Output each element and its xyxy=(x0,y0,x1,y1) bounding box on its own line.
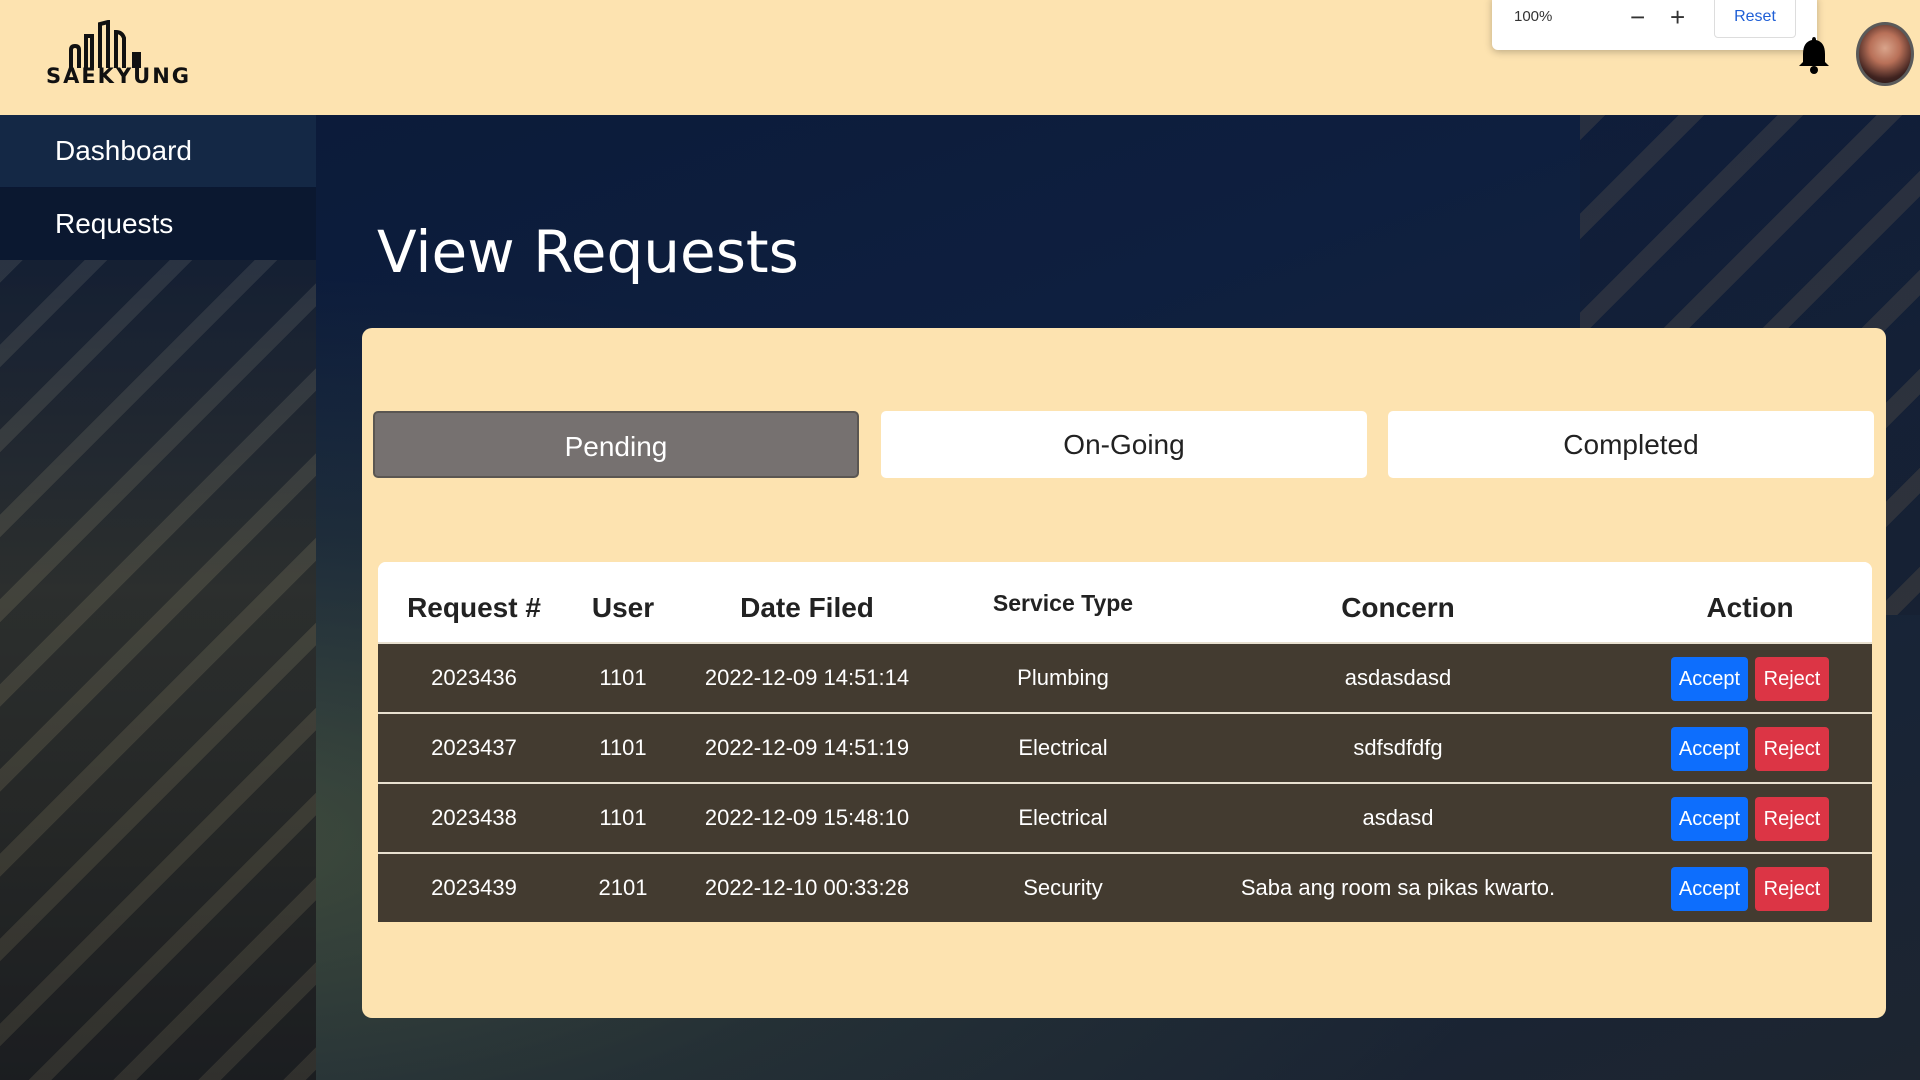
table-header: Request # User Date Filed Service Type C… xyxy=(378,562,1872,642)
zoom-out-button[interactable]: − xyxy=(1630,2,1645,33)
reject-button[interactable]: Reject xyxy=(1755,867,1829,911)
tab-completed[interactable]: Completed xyxy=(1388,411,1874,478)
logo[interactable]: SAEKYUNG xyxy=(26,20,211,90)
requests-panel: Pending On-Going Completed Request # Use… xyxy=(362,328,1886,1018)
logo-buildings-icon xyxy=(69,20,141,68)
cell-concern: Saba ang room sa pikas kwarto. xyxy=(1240,875,1556,900)
accept-button[interactable]: Accept xyxy=(1671,797,1748,841)
accept-button[interactable]: Accept xyxy=(1671,727,1748,771)
logo-text: SAEKYUNG xyxy=(45,64,192,88)
reject-button[interactable]: Reject xyxy=(1755,657,1829,701)
requests-table: Request # User Date Filed Service Type C… xyxy=(378,562,1872,922)
sidebar-item-dashboard[interactable]: Dashboard xyxy=(0,115,316,187)
cell-user: 2101 xyxy=(598,875,648,900)
column-header-concern: Concern xyxy=(1341,592,1455,623)
sidebar-item-requests[interactable]: Requests xyxy=(0,188,316,260)
cell-request: 2023438 xyxy=(431,805,517,830)
cell-request: 2023439 xyxy=(431,875,517,900)
cell-service-type: Electrical xyxy=(1018,805,1108,830)
column-header-date-filed: Date Filed xyxy=(740,592,874,623)
sidebar: Dashboard Requests xyxy=(0,115,316,1080)
bell-icon[interactable] xyxy=(1797,34,1831,74)
column-header-user: User xyxy=(591,592,655,623)
zoom-popup: 100% − + Reset xyxy=(1492,0,1817,50)
cell-service-type: Security xyxy=(1023,875,1103,900)
tab-pending[interactable]: Pending xyxy=(373,411,859,478)
table-row: 2023436 1101 2022-12-09 14:51:14 Plumbin… xyxy=(378,642,1872,712)
cell-date-filed: 2022-12-10 00:33:28 xyxy=(704,875,910,900)
cell-request: 2023436 xyxy=(431,665,517,690)
column-header-action: Action xyxy=(1706,592,1794,623)
zoom-in-button[interactable]: + xyxy=(1670,2,1685,33)
cell-user: 1101 xyxy=(599,665,647,690)
column-header-service-type: Service Type xyxy=(992,590,1134,616)
accept-button[interactable]: Accept xyxy=(1671,657,1748,701)
table-row: 2023439 2101 2022-12-10 00:33:28 Securit… xyxy=(378,852,1872,922)
cell-date-filed: 2022-12-09 15:48:10 xyxy=(704,805,910,830)
page-title: View Requests xyxy=(377,218,799,286)
table-row: 2023437 1101 2022-12-09 14:51:19 Electri… xyxy=(378,712,1872,782)
accept-button[interactable]: Accept xyxy=(1671,867,1748,911)
cell-date-filed: 2022-12-09 14:51:19 xyxy=(704,735,910,760)
avatar[interactable] xyxy=(1856,22,1914,86)
cell-user: 1101 xyxy=(599,805,647,830)
cell-concern: asdasdasd xyxy=(1344,665,1452,690)
cell-date-filed: 2022-12-09 14:51:14 xyxy=(704,665,910,690)
cell-concern: asdasd xyxy=(1362,805,1434,830)
reject-button[interactable]: Reject xyxy=(1755,797,1829,841)
zoom-level: 100% xyxy=(1514,8,1553,25)
table-row: 2023438 1101 2022-12-09 15:48:10 Electri… xyxy=(378,782,1872,852)
cell-concern: sdfsdfdfg xyxy=(1353,735,1443,760)
reject-button[interactable]: Reject xyxy=(1755,727,1829,771)
cell-user: 1101 xyxy=(599,735,647,760)
top-header: SAEKYUNG 100% − + Reset xyxy=(0,0,1920,115)
column-header-request: Request # xyxy=(407,592,541,623)
tab-ongoing[interactable]: On-Going xyxy=(881,411,1367,478)
cell-request: 2023437 xyxy=(431,735,517,760)
zoom-reset-button[interactable]: Reset xyxy=(1714,0,1796,38)
cell-service-type: Electrical xyxy=(1018,735,1108,760)
cell-service-type: Plumbing xyxy=(1017,665,1109,690)
